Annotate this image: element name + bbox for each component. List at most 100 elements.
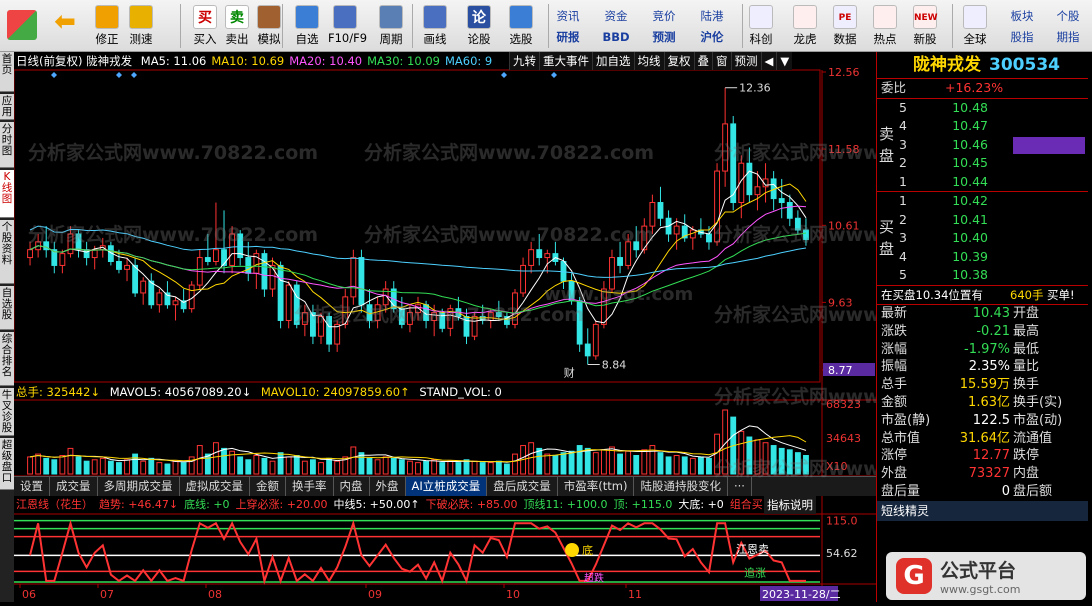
chart-canvas[interactable]: 12.56 11.58 10.61 9.63 8.77 12.36 8.84 财 68323 34…: [14, 52, 876, 602]
indicator-tab[interactable]: 虚拟成交量: [180, 477, 250, 496]
buy-level-row[interactable]: 1 10.42: [877, 192, 1088, 211]
short-line-title[interactable]: 短线精灵: [877, 500, 1088, 521]
indicator-tab[interactable]: 内盘: [334, 477, 370, 496]
side-tab[interactable]: 牛叉诊股: [0, 388, 14, 436]
toolbar-hammer-button[interactable]: 模拟: [252, 2, 286, 50]
sell-level-row[interactable]: 1 10.44: [877, 173, 1088, 192]
indicator-tab[interactable]: 成交量: [50, 477, 98, 496]
indicator-tab[interactable]: AI立桩成交量: [405, 477, 488, 496]
indicator-tab[interactable]: 金额: [250, 477, 286, 496]
toolbar-arrow-up-button[interactable]: 修正: [90, 2, 124, 50]
toolbar-button-label: F10/F9: [328, 31, 368, 45]
chart-menu-button[interactable]: 加自选: [592, 52, 634, 70]
event-marker-icon[interactable]: [501, 72, 507, 78]
toolbar-dragon-button[interactable]: 龙虎: [786, 2, 824, 50]
toolbar-small-button[interactable]: 竞价: [642, 6, 686, 26]
chart-menu-button[interactable]: 九转: [509, 52, 539, 70]
event-marker-icon[interactable]: [51, 72, 57, 78]
toolbar-buy-button[interactable]: 买买入: [188, 2, 222, 50]
buy-level-row[interactable]: 4 10.39: [877, 248, 1088, 267]
buy-level-row[interactable]: 3 10.40: [877, 229, 1088, 248]
toolbar-info-button[interactable]: F10/F9: [328, 2, 368, 50]
side-tab[interactable]: 个股资料: [0, 220, 14, 284]
volume-bar: [697, 456, 704, 475]
toolbar-far-button[interactable]: 期指: [1046, 27, 1090, 47]
side-tab[interactable]: 首页: [0, 52, 14, 92]
stat-row: 涨跌 -0.21 最高: [877, 323, 1088, 341]
event-marker-icon[interactable]: [131, 72, 137, 78]
candle-body: [132, 264, 139, 294]
toolbar-pe-button[interactable]: PE 数据: [826, 2, 864, 50]
toolbar-chart-button[interactable]: 科创: [742, 2, 780, 50]
stat-row: 市盈(静) 122.5 市盈(动): [877, 412, 1088, 430]
volume-bar: [431, 459, 438, 475]
event-marker-icon[interactable]: [551, 72, 557, 78]
sell-level-row[interactable]: 2 10.45: [877, 154, 1088, 173]
toolbar-small-button[interactable]: BBD: [594, 27, 638, 47]
toolbar-new-button[interactable]: NEW 新股: [906, 2, 944, 50]
volume-bar: [617, 453, 623, 475]
toolbar-button-label: 周期: [379, 32, 403, 46]
toolbar-bars-button[interactable]: 周期: [374, 2, 408, 50]
side-tab[interactable]: 分时图: [0, 122, 14, 168]
toolbar-speed-button[interactable]: 测速: [124, 2, 158, 50]
indicator-help-button[interactable]: 指标说明: [764, 496, 816, 514]
indicator-axis-label: 115.0: [826, 515, 858, 528]
indicator-tab[interactable]: 陆股通持股变化: [634, 477, 728, 496]
indicator-tab[interactable]: 市盈率(ttm): [558, 477, 635, 496]
chart-menu-button[interactable]: 重大事件: [539, 52, 592, 70]
chart-menu-button[interactable]: 窗: [712, 52, 731, 70]
toolbar-pen-button[interactable]: 画线: [418, 2, 452, 50]
side-tab[interactable]: 综合排名: [0, 332, 14, 386]
toolbar-star-button[interactable]: 自选: [290, 2, 324, 50]
kline-chart[interactable]: 12.56 11.58 10.61 9.63 8.77 12.36 8.84 财 68323 34…: [14, 52, 1004, 602]
back-button[interactable]: ⬅: [48, 2, 82, 50]
buy-level-row[interactable]: 5 10.38: [877, 266, 1088, 285]
chart-menu-button[interactable]: ▼: [776, 52, 793, 70]
chart-menu-button[interactable]: ◀: [760, 52, 777, 70]
toolbar-small-button[interactable]: 沪伦: [690, 27, 734, 47]
toolbar-small-button[interactable]: 陆港: [690, 6, 734, 26]
chart-menu-button[interactable]: 叠: [693, 52, 712, 70]
toolbar-far-button[interactable]: 股指: [1000, 27, 1044, 47]
indicator-tab[interactable]: 多周期成交量: [98, 477, 180, 496]
toolbar-globe-button[interactable]: 全球: [956, 2, 994, 50]
toolbar-discuss-button[interactable]: 论论股: [462, 2, 496, 50]
sell-level-row[interactable]: 3 10.46: [877, 136, 1088, 155]
toolbar-sell-button[interactable]: 卖卖出: [220, 2, 254, 50]
buy-level-row[interactable]: 2 10.41: [877, 211, 1088, 230]
toolbar-small-button[interactable]: 预测: [642, 27, 686, 47]
chart-menu-button[interactable]: 均线: [633, 52, 664, 70]
side-tab[interactable]: 应用: [0, 94, 14, 120]
candle-body: [318, 316, 324, 337]
indicator-tab[interactable]: 盘后成交量: [487, 477, 558, 496]
indicator-tab[interactable]: 外盘: [370, 477, 406, 496]
chart-menu-button[interactable]: 预测: [730, 52, 761, 70]
candle-body: [204, 257, 211, 262]
toolbar-far-button[interactable]: 板块: [1000, 6, 1044, 26]
stat-label-2: 换手: [1013, 377, 1040, 393]
side-tab[interactable]: 超级盘口: [0, 438, 14, 490]
price-axis-label: 9.63: [828, 296, 853, 309]
side-tab[interactable]: K线图: [0, 170, 14, 218]
grid-menu-button[interactable]: [4, 2, 40, 50]
toolbar-fire-button[interactable]: 热点: [866, 2, 904, 50]
volume-bar: [132, 453, 139, 475]
select-icon: [509, 5, 533, 29]
candle-body: [609, 257, 615, 290]
chart-menu-button[interactable]: 复权: [663, 52, 694, 70]
toolbar-small-button[interactable]: 研报: [546, 27, 590, 47]
sell-level-row[interactable]: 5 10.48: [877, 99, 1088, 118]
indicator-tab[interactable]: 换手率: [286, 477, 334, 496]
toolbar-far-button[interactable]: 个股: [1046, 6, 1090, 26]
hammer-icon: [257, 5, 281, 29]
sell-level-row[interactable]: 4 10.47: [877, 117, 1088, 136]
indicator-tab[interactable]: ···: [728, 477, 752, 496]
side-tab[interactable]: 自选股: [0, 286, 14, 330]
toolbar-small-button[interactable]: 资金: [594, 6, 638, 26]
indicator-tab[interactable]: 设置: [14, 477, 50, 496]
stat-label-2: 量比: [1013, 359, 1040, 375]
toolbar-select-button[interactable]: 选股: [504, 2, 538, 50]
toolbar-small-button[interactable]: 资讯: [546, 6, 590, 26]
event-marker-icon[interactable]: [116, 72, 122, 78]
